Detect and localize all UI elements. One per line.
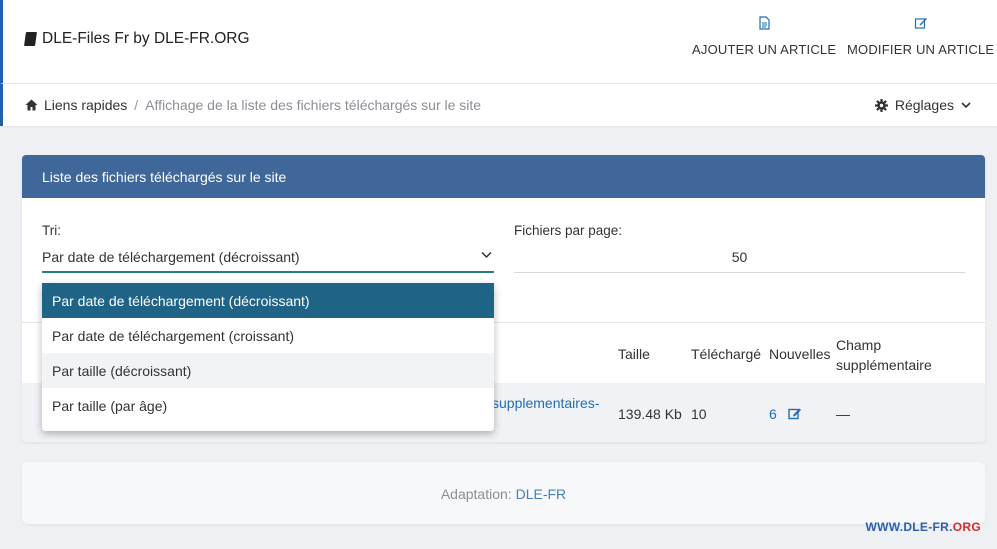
- breadcrumb-home-link[interactable]: Liens rapides: [44, 97, 127, 113]
- brand-title: DLE-Files Fr by DLE-FR.ORG: [42, 30, 250, 47]
- breadcrumb-separator: /: [134, 97, 139, 113]
- column-header-extra-line2: supplémentaire: [836, 357, 932, 373]
- footer-text: Adaptation:: [440, 486, 512, 502]
- panel-title: Liste des fichiers téléchargés sur le si…: [22, 155, 985, 198]
- add-article-label: AJOUTER UN ARTICLE: [692, 42, 837, 57]
- edit-icon[interactable]: [788, 407, 802, 420]
- edit-icon: [914, 18, 927, 29]
- edit-article-label: MODIFIER UN ARTICLE: [847, 42, 995, 57]
- top-bar: DLE-Files Fr by DLE-FR.ORG AJOUTER UN AR…: [0, 0, 997, 84]
- file-name-link[interactable]: supplementaires-: [492, 395, 599, 411]
- sort-option-size-desc[interactable]: Par taille (décroissant): [42, 353, 494, 388]
- file-news-count[interactable]: 6: [769, 406, 777, 422]
- sort-label: Tri:: [42, 223, 61, 238]
- per-page-label: Fichiers par page:: [514, 223, 623, 238]
- column-header-extra-field: Champ supplémentaire: [836, 335, 932, 375]
- file-downloads: 10: [691, 406, 707, 422]
- watermark: WWW.DLE-FR.ORG: [865, 520, 981, 534]
- settings-label: Réglages: [894, 97, 954, 113]
- footer: Adaptation: DLE-FR: [22, 462, 985, 524]
- home-icon: [25, 99, 38, 111]
- breadcrumb: Liens rapides / Affichage de la liste de…: [25, 97, 481, 113]
- sort-select[interactable]: Par date de téléchargement (décroissant): [42, 249, 494, 273]
- file-icon: [759, 16, 770, 30]
- watermark-part1: WWW.DLE-FR.: [865, 520, 953, 534]
- breadcrumb-bar: Liens rapides / Affichage de la liste de…: [0, 84, 997, 126]
- per-page-input[interactable]: 50: [514, 249, 965, 273]
- file-extra-field: —: [836, 406, 850, 422]
- breadcrumb-current: Affichage de la liste des fichiers téléc…: [145, 97, 482, 113]
- book-icon: [24, 32, 37, 46]
- brand[interactable]: DLE-Files Fr by DLE-FR.ORG: [24, 30, 250, 48]
- sort-option-size-age[interactable]: Par taille (par âge): [42, 388, 494, 423]
- add-article-button[interactable]: AJOUTER UN ARTICLE: [692, 16, 836, 57]
- footer-link[interactable]: DLE-FR: [516, 486, 567, 502]
- sort-option-date-desc[interactable]: Par date de téléchargement (décroissant): [42, 283, 494, 318]
- edit-article-button[interactable]: MODIFIER UN ARTICLE: [847, 16, 994, 57]
- sort-select-value: Par date de téléchargement (décroissant): [42, 249, 300, 265]
- column-header-downloads: Téléchargé: [691, 346, 762, 362]
- chevron-down-icon: [481, 251, 492, 259]
- column-header-news: Nouvelles: [769, 346, 831, 362]
- column-header-size: Taille: [618, 346, 650, 362]
- settings-menu[interactable]: Réglages: [874, 97, 971, 113]
- gear-icon: [874, 98, 888, 112]
- file-size: 139.48 Kb: [618, 406, 682, 422]
- column-header-extra-line1: Champ: [836, 337, 882, 353]
- sort-dropdown-menu: Par date de téléchargement (décroissant)…: [42, 283, 494, 431]
- sort-option-date-asc[interactable]: Par date de téléchargement (croissant): [42, 318, 494, 353]
- watermark-part2: ORG: [952, 520, 981, 534]
- chevron-down-icon: [961, 101, 971, 108]
